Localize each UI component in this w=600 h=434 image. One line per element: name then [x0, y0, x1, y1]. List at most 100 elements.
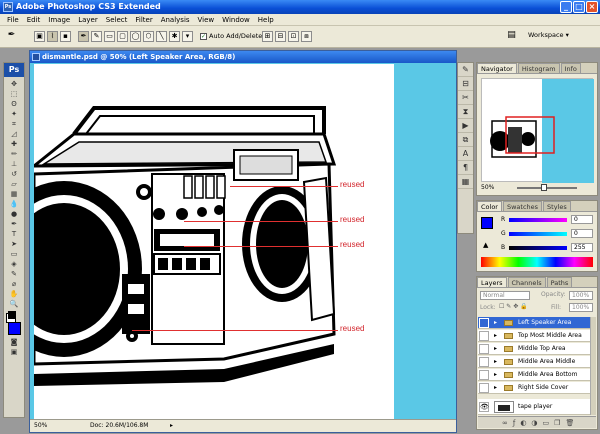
layer-row[interactable]: ▸ Right Side Cover [478, 382, 592, 394]
brush-tool-icon[interactable]: ✏ [4, 149, 24, 159]
layer-row[interactable]: 👁 tape player [478, 399, 592, 415]
hand-tool-icon[interactable]: ✋ [4, 289, 24, 299]
character-panel-icon[interactable]: A [458, 147, 473, 161]
subtract-path-area-button[interactable]: ⊟ [275, 31, 286, 42]
visibility-toggle[interactable] [479, 383, 489, 393]
notes-tool-icon[interactable]: ✎ [4, 269, 24, 279]
history-brush-tool-icon[interactable]: ↺ [4, 169, 24, 179]
layer-row[interactable]: ▸ Middle Top Area [478, 343, 592, 355]
new-layer-icon[interactable]: ❐ [554, 419, 565, 427]
move-tool-icon[interactable]: ✥ [4, 79, 24, 89]
status-menu-arrow-icon[interactable]: ▸ [170, 420, 173, 432]
lock-icons[interactable]: ☐ ✎ ✥ 🔒 [499, 303, 528, 310]
freeform-pen-button[interactable]: ✎ [91, 31, 102, 42]
visibility-toggle[interactable] [479, 357, 489, 367]
workspace-dropdown[interactable]: Workspace ▾ [528, 31, 569, 39]
add-to-path-area-button[interactable]: ⊞ [262, 31, 273, 42]
document-title-bar[interactable]: dismantle.psd @ 50% (Left Speaker Area, … [30, 51, 456, 63]
visibility-toggle[interactable] [479, 331, 489, 341]
menu-help[interactable]: Help [254, 16, 278, 24]
polygon-tool-button[interactable]: ⬡ [143, 31, 154, 42]
pen-tool-button[interactable]: ✒ [78, 31, 89, 42]
maximize-button[interactable]: □ [573, 1, 585, 13]
tab-histogram[interactable]: Histogram [517, 63, 560, 73]
clone-source-icon[interactable]: ✂ [458, 91, 473, 105]
menu-layer[interactable]: Layer [74, 16, 102, 24]
green-slider[interactable] [509, 232, 567, 236]
adjustment-layer-icon[interactable]: ◑ [531, 419, 542, 427]
tab-styles[interactable]: Styles [543, 201, 571, 211]
paragraph-panel-icon[interactable]: ¶ [458, 161, 473, 175]
clone-stamp-tool-icon[interactable]: ⊥ [4, 159, 24, 169]
blend-mode-dropdown[interactable]: Normal [480, 291, 530, 300]
lasso-tool-icon[interactable]: ʘ [4, 99, 24, 109]
close-button[interactable]: × [586, 1, 598, 13]
fill-input[interactable]: 100% [569, 303, 593, 312]
auto-add-delete-checkbox[interactable]: ✓ Auto Add/Delete [200, 32, 262, 40]
shape-tool-icon[interactable]: ▭ [4, 249, 24, 259]
opacity-input[interactable]: 100% [569, 291, 593, 300]
eyedropper-tool-icon[interactable]: ⌀ [4, 279, 24, 289]
menu-filter[interactable]: Filter [131, 16, 156, 24]
ellipse-tool-button[interactable]: ◯ [130, 31, 141, 42]
tab-info[interactable]: Info [560, 63, 581, 73]
tab-color[interactable]: Color [477, 201, 502, 211]
minimize-button[interactable]: _ [560, 1, 572, 13]
quick-selection-tool-icon[interactable]: ✦ [4, 109, 24, 119]
menu-edit[interactable]: Edit [23, 16, 45, 24]
tab-navigator[interactable]: Navigator [477, 63, 517, 73]
menu-window[interactable]: Window [218, 16, 254, 24]
expand-arrow-icon[interactable]: ▸ [494, 343, 497, 355]
layer-mask-icon[interactable]: ◐ [520, 419, 531, 427]
canvas[interactable]: reused reused reused reused [34, 64, 394, 419]
layer-row[interactable]: ▸ Left Speaker Area [478, 317, 592, 329]
menu-select[interactable]: Select [102, 16, 132, 24]
geometry-options-dropdown[interactable]: ▾ [182, 31, 193, 42]
expand-arrow-icon[interactable]: ▸ [494, 330, 497, 342]
layer-row[interactable]: ▸ Middle Area Middle [478, 356, 592, 368]
3d-tool-icon[interactable]: ◈ [4, 259, 24, 269]
layer-row[interactable]: ▸ Top Most Middle Area [478, 330, 592, 342]
history-panel-icon[interactable]: ⧗ [458, 105, 473, 119]
zoom-tool-icon[interactable]: 🔍 [4, 299, 24, 309]
fill-pixels-button[interactable]: ▪ [60, 31, 71, 42]
menu-view[interactable]: View [194, 16, 219, 24]
layer-row[interactable]: ▸ Middle Area Bottom [478, 369, 592, 381]
workspace-icon[interactable]: ▤ [506, 31, 517, 42]
exclude-path-area-button[interactable]: ⧈ [301, 31, 312, 42]
quick-mask-icon[interactable]: ◙ [4, 337, 24, 347]
red-slider[interactable] [509, 218, 567, 222]
type-tool-icon[interactable]: T [4, 229, 24, 239]
foreground-color-swatch[interactable] [8, 322, 21, 335]
visibility-toggle[interactable] [479, 318, 489, 328]
layer-comps-icon[interactable]: ⧉ [458, 133, 473, 147]
pen-tool-icon[interactable]: ✒ [4, 219, 24, 229]
tab-swatches[interactable]: Swatches [502, 201, 543, 211]
menu-file[interactable]: File [3, 16, 23, 24]
slice-tool-icon[interactable]: ◿ [4, 129, 24, 139]
zoom-field[interactable]: 50% [34, 420, 47, 432]
custom-shape-button[interactable]: ✱ [169, 31, 180, 42]
color-foreground-swatch[interactable] [481, 217, 493, 229]
visibility-toggle[interactable] [479, 344, 489, 354]
dodge-tool-icon[interactable]: ● [4, 209, 24, 219]
layers-scrollbar[interactable] [590, 317, 596, 415]
gamut-warning-icon[interactable]: ▲ [483, 241, 488, 249]
link-layers-icon[interactable]: ∞ [502, 419, 513, 427]
blue-slider[interactable] [509, 246, 567, 250]
intersect-path-area-button[interactable]: ⊡ [288, 31, 299, 42]
green-value-input[interactable]: 0 [571, 229, 593, 238]
doc-size-info[interactable]: Doc: 20.6M/106.8M [90, 420, 148, 432]
actions-panel-icon[interactable]: ▶ [458, 119, 473, 133]
navigator-zoom-slider[interactable] [517, 184, 577, 191]
tab-layers[interactable]: Layers [477, 277, 507, 287]
path-selection-tool-icon[interactable]: ➤ [4, 239, 24, 249]
pen-tool-preset-icon[interactable]: ✒ [6, 31, 17, 42]
delete-layer-icon[interactable]: 🗑 [565, 419, 579, 427]
new-group-icon[interactable]: ▭ [543, 419, 555, 427]
tool-presets-icon[interactable]: ⊟ [458, 77, 473, 91]
marquee-tool-icon[interactable]: ⬚ [4, 89, 24, 99]
tab-paths[interactable]: Paths [546, 277, 573, 287]
menu-analysis[interactable]: Analysis [157, 16, 194, 24]
tab-channels[interactable]: Channels [507, 277, 546, 287]
